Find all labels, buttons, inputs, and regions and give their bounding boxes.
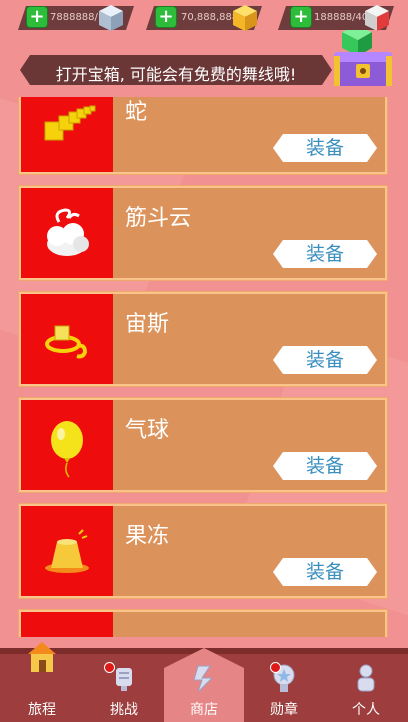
bottom-nav: 旅程 挑战 商店 勋章 个人	[0, 642, 408, 722]
snake-icon	[44, 105, 96, 141]
list-item: 宙斯 装备	[18, 291, 388, 387]
card-body: 宙斯 装备	[21, 294, 385, 384]
list-item: 蛇 装备	[18, 97, 388, 175]
nav-item-challenge[interactable]: 挑战	[84, 648, 164, 722]
resource-value-2: 70,888,888	[181, 12, 239, 23]
jelly-icon	[45, 529, 89, 573]
item-thumbnail	[21, 506, 113, 596]
nav-label: 挑战	[110, 702, 138, 718]
cloud-icon	[47, 208, 89, 256]
list-item: 果冻 装备	[18, 503, 388, 599]
balloon-icon	[51, 421, 83, 478]
card-body: 筋斗云 装备	[21, 188, 385, 278]
item-thumbnail	[21, 97, 113, 172]
nav-label: 商店	[190, 702, 218, 718]
list-item	[18, 609, 388, 637]
item-thumbnail	[21, 294, 113, 384]
person-icon	[357, 664, 375, 692]
nav-label: 勋章	[270, 702, 298, 718]
item-thumbnail	[21, 400, 113, 490]
list-item: 气球 装备	[18, 397, 388, 493]
list-item: 筋斗云 装备	[18, 185, 388, 281]
ice-cube-icon	[99, 5, 123, 31]
resource-value-3: 188888/40	[314, 12, 369, 23]
equip-button[interactable]: 装备	[273, 346, 377, 374]
item-name: 筋斗云	[125, 206, 192, 231]
add-resource-button-3[interactable]: +	[290, 6, 312, 28]
equip-button[interactable]: 装备	[273, 240, 377, 268]
promo-banner: 打开宝箱, 可能会有免费的舞线哦!	[20, 55, 332, 85]
nav-item-shop[interactable]: 商店	[164, 648, 244, 722]
nav-item-medal[interactable]: 勋章	[244, 648, 324, 722]
card-body: 果冻 装备	[21, 506, 385, 596]
house-icon	[28, 642, 56, 672]
treasure-chest-icon[interactable]	[328, 30, 398, 90]
item-thumbnail	[21, 188, 113, 278]
add-resource-button-2[interactable]: +	[155, 6, 177, 28]
item-name: 蛇	[125, 100, 148, 125]
item-name: 果冻	[125, 524, 170, 549]
item-name: 宙斯	[125, 312, 170, 337]
card-body: 气球 装备	[21, 400, 385, 490]
equip-button[interactable]: 装备	[273, 134, 377, 162]
nav-label: 个人	[352, 702, 380, 718]
card-body: 蛇 装备	[21, 97, 385, 172]
notification-dot	[104, 662, 115, 673]
zeus-icon	[45, 325, 88, 359]
gem-cube-icon	[365, 5, 389, 31]
nav-item-journey[interactable]: 旅程	[2, 642, 82, 722]
item-thumbnail	[21, 612, 113, 637]
notification-dot	[270, 662, 281, 673]
shop-icon	[193, 665, 214, 693]
item-name: 气球	[125, 418, 170, 443]
gold-cube-icon	[233, 5, 257, 31]
equip-button[interactable]: 装备	[273, 558, 377, 586]
add-resource-button-1[interactable]: +	[26, 6, 48, 28]
banner-text: 打开宝箱, 可能会有免费的舞线哦!	[55, 65, 297, 84]
card-body	[21, 612, 385, 637]
nav-label: 旅程	[28, 702, 56, 718]
item-list[interactable]: 蛇 装备 筋斗云 装备 宙斯 装备 气球 装备 果冻 装备	[18, 97, 390, 637]
equip-button[interactable]: 装备	[273, 452, 377, 480]
nav-item-profile[interactable]: 个人	[326, 648, 406, 722]
